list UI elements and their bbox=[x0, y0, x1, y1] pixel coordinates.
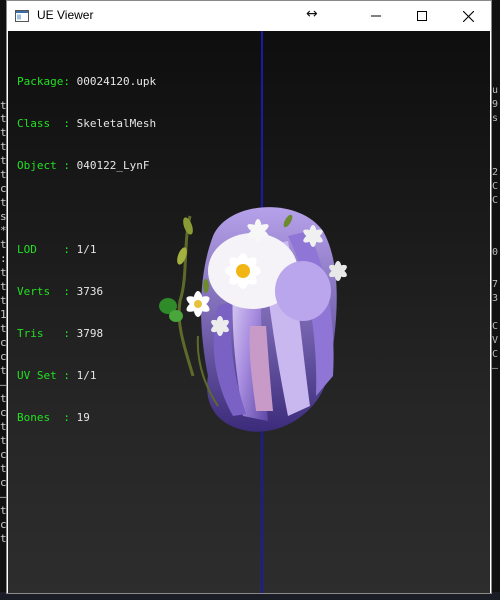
resize-horizontal-cursor-icon: ↔ bbox=[306, 6, 318, 22]
console-right-edge: u9s 2CC 073 CVC — bbox=[492, 0, 500, 600]
lod-label: LOD bbox=[17, 243, 64, 256]
mesh-info-overlay: Package: 00024120.upk Class : SkeletalMe… bbox=[17, 47, 156, 453]
3d-viewport[interactable]: Package: 00024120.upk Class : SkeletalMe… bbox=[8, 31, 490, 593]
window-title: UE Viewer bbox=[37, 8, 94, 22]
tris-row: Tris : 3798 bbox=[17, 327, 104, 340]
class-value: SkeletalMesh bbox=[76, 117, 157, 130]
tris-value: 3798 bbox=[76, 327, 104, 340]
class-label: Class bbox=[17, 117, 64, 130]
daisy-large bbox=[225, 253, 261, 289]
class-row: Class : SkeletalMesh bbox=[17, 117, 157, 130]
object-row: Object : 040122_LynF bbox=[17, 159, 150, 172]
title-bar[interactable]: UE Viewer ↔ bbox=[7, 1, 491, 31]
package-row: Package: 00024120.upk bbox=[17, 75, 157, 88]
window-icon bbox=[15, 10, 29, 22]
tris-label: Tris bbox=[17, 327, 64, 340]
verts-row: Verts : 3736 bbox=[17, 285, 104, 298]
verts-value: 3736 bbox=[76, 285, 104, 298]
maximize-icon bbox=[417, 11, 427, 21]
uvset-label: UV Set bbox=[17, 369, 64, 382]
ue-viewer-window: UE Viewer ↔ Package: 00024120.upk Class … bbox=[6, 0, 492, 594]
close-icon bbox=[462, 10, 474, 22]
uvset-row: UV Set : 1/1 bbox=[17, 369, 97, 382]
bones-value: 19 bbox=[76, 411, 90, 424]
verts-label: Verts bbox=[17, 285, 64, 298]
close-button[interactable] bbox=[445, 1, 491, 31]
uvset-value: 1/1 bbox=[76, 369, 97, 382]
maximize-button[interactable] bbox=[399, 1, 445, 31]
package-label: Package bbox=[17, 75, 64, 88]
object-label: Object bbox=[17, 159, 64, 172]
minimize-icon bbox=[371, 15, 381, 17]
lod-value: 1/1 bbox=[76, 243, 97, 256]
minimize-button[interactable] bbox=[353, 1, 399, 31]
object-value: 040122_LynF bbox=[76, 159, 150, 172]
bones-row: Bones : 19 bbox=[17, 411, 90, 424]
bones-label: Bones bbox=[17, 411, 64, 424]
package-value: 00024120.upk bbox=[76, 75, 157, 88]
lod-row: LOD : 1/1 bbox=[17, 243, 97, 256]
skeletal-mesh-model bbox=[159, 207, 347, 432]
